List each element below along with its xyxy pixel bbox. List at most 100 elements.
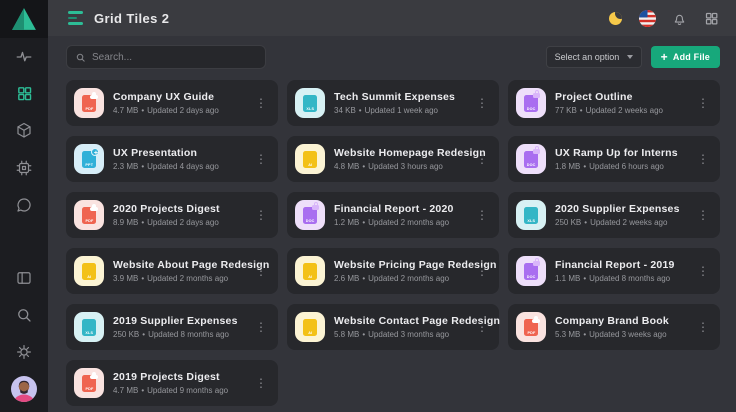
file-type-icon: DOC — [516, 144, 546, 174]
sidebar-item-activity[interactable] — [0, 38, 48, 75]
file-type-icon: AI — [295, 256, 325, 286]
kebab-menu-icon[interactable]: ⋮ — [472, 208, 499, 222]
language-flag-us-icon[interactable] — [639, 10, 656, 27]
file-card[interactable]: AI Website Pricing Page Redesign 2.6 MB•… — [287, 248, 499, 294]
file-card[interactable]: PDF Company Brand Book 5.3 MB•Updated 3 … — [508, 304, 720, 350]
file-card[interactable]: XLS 2019 Supplier Expenses 250 KB•Update… — [66, 304, 278, 350]
file-updated: Updated 9 months ago — [147, 386, 228, 395]
file-glyph: AI — [303, 319, 317, 336]
filter-select-value: Select an option — [555, 52, 620, 62]
kebab-menu-icon[interactable]: ⋮ — [472, 152, 499, 166]
file-meta: 3.9 MB•Updated 2 months ago — [113, 274, 251, 283]
sidebar-item-chat[interactable] — [0, 186, 48, 223]
meta-separator: • — [141, 386, 144, 395]
file-card[interactable]: AI Website Homepage Redesign 4.8 MB•Upda… — [287, 136, 499, 182]
file-size: 3.9 MB — [113, 274, 138, 283]
file-card[interactable]: DOC UX Ramp Up for Interns 1.8 MB•Update… — [508, 136, 720, 182]
file-meta: 4.7 MB•Updated 9 months ago — [113, 386, 228, 395]
file-badge-icon — [91, 148, 99, 156]
file-type-icon: AI — [74, 256, 104, 286]
file-type-icon: PPT — [74, 144, 104, 174]
file-updated: Updated 4 days ago — [147, 162, 219, 171]
file-updated: Updated 3 months ago — [368, 330, 449, 339]
file-card[interactable]: PPT UX Presentation 2.3 MB•Updated 4 day… — [66, 136, 278, 182]
kebab-menu-icon[interactable]: ⋮ — [251, 152, 278, 166]
meta-separator: • — [584, 218, 587, 227]
sidebar-item-package[interactable] — [0, 112, 48, 149]
file-type-icon: PDF — [74, 368, 104, 398]
sidebar-footer — [0, 259, 48, 412]
kebab-menu-icon[interactable]: ⋮ — [693, 264, 720, 278]
file-type-icon: PDF — [74, 88, 104, 118]
sidebar-nav — [0, 38, 48, 223]
file-updated: Updated 2 days ago — [147, 218, 219, 227]
apps-grid-icon[interactable] — [703, 10, 720, 27]
file-glyph: DOC — [524, 151, 538, 168]
sidebar-item-profile[interactable] — [0, 370, 48, 408]
kebab-menu-icon[interactable]: ⋮ — [251, 96, 278, 110]
file-name: Financial Report - 2020 — [334, 203, 454, 215]
file-meta: 4.8 MB•Updated 3 hours ago — [334, 162, 472, 171]
file-name: UX Presentation — [113, 147, 219, 159]
theme-moon-icon[interactable] — [607, 10, 624, 27]
file-glyph: PPT — [82, 151, 96, 168]
file-card[interactable]: AI Website About Page Redesign 3.9 MB•Up… — [66, 248, 278, 294]
kebab-menu-icon[interactable]: ⋮ — [472, 96, 499, 110]
file-updated: Updated 8 months ago — [589, 274, 670, 283]
kebab-menu-icon[interactable]: ⋮ — [693, 96, 720, 110]
menu-toggle-icon[interactable] — [68, 11, 83, 24]
file-size: 8.9 MB — [113, 218, 138, 227]
file-glyph: DOC — [524, 95, 538, 112]
file-card[interactable]: DOC Financial Report - 2019 1.1 MB•Updat… — [508, 248, 720, 294]
kebab-menu-icon[interactable]: ⋮ — [693, 208, 720, 222]
file-card[interactable]: DOC Financial Report - 2020 1.2 MB•Updat… — [287, 192, 499, 238]
search-input-icon — [75, 52, 86, 63]
sidebar-item-settings[interactable] — [0, 333, 48, 370]
file-card[interactable]: XLS Tech Summit Expenses 34 KB•Updated 1… — [287, 80, 499, 126]
file-card[interactable]: XLS 2020 Supplier Expenses 250 KB•Update… — [508, 192, 720, 238]
sidebar-item-dashboard[interactable] — [0, 75, 48, 112]
file-updated: Updated 2 weeks ago — [586, 106, 663, 115]
file-size: 1.2 MB — [334, 218, 359, 227]
file-updated: Updated 1 week ago — [365, 106, 438, 115]
bell-icon[interactable] — [671, 10, 688, 27]
sidebar-item-search[interactable] — [0, 296, 48, 333]
kebab-menu-icon[interactable]: ⋮ — [472, 320, 499, 334]
file-meta: 2.6 MB•Updated 2 months ago — [334, 274, 472, 283]
toolbar: Select an option + Add File — [66, 44, 720, 70]
kebab-menu-icon[interactable]: ⋮ — [251, 208, 278, 222]
main-area: Grid Tiles 2 — [48, 0, 736, 412]
file-updated: Updated 6 hours ago — [589, 162, 664, 171]
search-box[interactable] — [66, 45, 266, 69]
file-card[interactable]: PDF 2020 Projects Digest 8.9 MB•Updated … — [66, 192, 278, 238]
file-badge-icon — [532, 319, 540, 324]
chevron-down-icon — [627, 55, 633, 59]
file-type-icon: PDF — [516, 312, 546, 342]
kebab-menu-icon[interactable]: ⋮ — [693, 320, 720, 334]
file-card[interactable]: PDF 2019 Projects Digest 4.7 MB•Updated … — [66, 360, 278, 406]
file-glyph: XLS — [303, 95, 317, 112]
filter-select[interactable]: Select an option — [546, 46, 642, 68]
file-updated: Updated 2 days ago — [147, 106, 219, 115]
sidebar-item-chip[interactable] — [0, 149, 48, 186]
meta-separator: • — [362, 218, 365, 227]
kebab-menu-icon[interactable]: ⋮ — [251, 320, 278, 334]
file-updated: Updated 3 hours ago — [368, 162, 443, 171]
app-logo[interactable] — [0, 0, 48, 38]
search-input[interactable] — [92, 52, 257, 63]
file-card[interactable]: PDF Company UX Guide 4.7 MB•Updated 2 da… — [66, 80, 278, 126]
add-file-button[interactable]: + Add File — [651, 46, 720, 68]
file-name: Website Homepage Redesign — [334, 147, 472, 159]
kebab-menu-icon[interactable]: ⋮ — [251, 264, 278, 278]
file-meta: 1.2 MB•Updated 2 months ago — [334, 218, 454, 227]
sidebar-item-panel[interactable] — [0, 259, 48, 296]
kebab-menu-icon[interactable]: ⋮ — [251, 376, 278, 390]
file-updated: Updated 2 months ago — [368, 274, 449, 283]
file-card[interactable]: AI Website Contact Page Redesign 5.8 MB•… — [287, 304, 499, 350]
file-badge-icon — [90, 95, 98, 100]
file-card[interactable]: DOC Project Outline 77 KB•Updated 2 week… — [508, 80, 720, 126]
kebab-menu-icon[interactable]: ⋮ — [693, 152, 720, 166]
search-icon — [15, 306, 33, 324]
file-size: 4.7 MB — [113, 106, 138, 115]
kebab-menu-icon[interactable]: ⋮ — [472, 264, 499, 278]
